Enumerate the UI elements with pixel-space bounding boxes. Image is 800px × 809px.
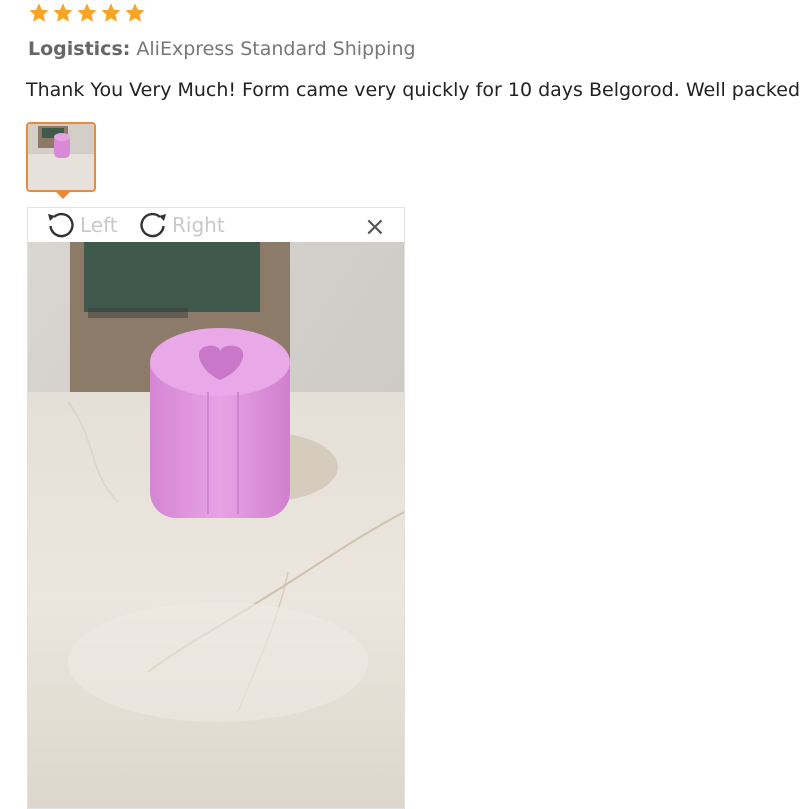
thumbnail-image [28,124,94,190]
rotate-right-icon [140,212,166,238]
thumbnail-pointer [54,190,72,199]
star-icon [29,3,49,22]
photo-viewer: Left Right × [27,207,405,809]
rotate-left-label: Left [80,213,118,237]
star-icon [53,3,73,22]
rotate-right-label: Right [172,213,225,237]
rating-stars [28,2,146,24]
review-photo-thumbnail[interactable] [26,122,96,192]
review-text: Thank You Very Much! Form came very quic… [26,79,800,101]
logistics-info: Logistics: AliExpress Standard Shipping [28,38,416,60]
star-icon [125,3,145,22]
rotate-left-button[interactable]: Left [44,208,118,242]
star-icon [101,3,121,22]
logistics-value: AliExpress Standard Shipping [136,38,416,60]
viewer-toolbar: Left Right × [28,208,404,242]
photo-image [28,242,404,808]
rotate-left-icon [48,212,74,238]
star-icon [77,3,97,22]
rotate-right-button[interactable]: Right [136,208,225,242]
close-icon[interactable]: × [364,214,386,240]
logistics-label: Logistics: [28,38,131,60]
review-photo [28,242,404,808]
